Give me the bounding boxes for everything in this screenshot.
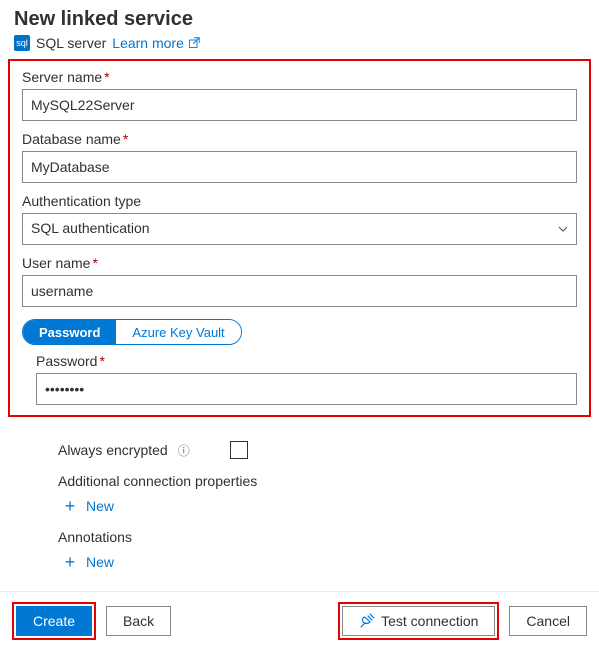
plus-icon: + — [62, 497, 78, 515]
learn-more-link[interactable]: Learn more — [112, 35, 200, 51]
required-star: * — [92, 255, 97, 271]
cancel-button[interactable]: Cancel — [509, 606, 587, 636]
additional-properties-label: Additional connection properties — [58, 473, 579, 489]
test-connection-button[interactable]: Test connection — [342, 606, 495, 636]
plus-icon: + — [62, 553, 78, 571]
add-property-text: New — [86, 498, 114, 514]
back-button[interactable]: Back — [106, 606, 171, 636]
credential-source-toggle: Password Azure Key Vault — [22, 319, 242, 345]
highlight-create: Create — [12, 602, 96, 640]
always-encrypted-label: Always encrypted — [58, 442, 168, 458]
add-annotation-button[interactable]: + New — [62, 553, 579, 571]
external-link-icon — [188, 37, 200, 49]
required-star: * — [99, 353, 104, 369]
page-title: New linked service — [14, 8, 585, 31]
database-name-input[interactable] — [22, 151, 577, 183]
learn-more-text: Learn more — [112, 35, 184, 51]
always-encrypted-checkbox[interactable] — [230, 441, 248, 459]
auth-type-select[interactable]: SQL authentication — [22, 213, 577, 245]
server-name-label: Server name* — [22, 69, 577, 85]
tab-password[interactable]: Password — [23, 320, 116, 344]
service-type-label: SQL server — [36, 35, 106, 51]
highlight-test-connection: Test connection — [338, 602, 499, 640]
server-name-input[interactable] — [22, 89, 577, 121]
plug-icon — [359, 613, 375, 629]
add-property-button[interactable]: + New — [62, 497, 579, 515]
auth-type-label: Authentication type — [22, 193, 577, 209]
required-star: * — [123, 131, 128, 147]
database-name-label: Database name* — [22, 131, 577, 147]
highlighted-form-area: Server name* Database name* Authenticati… — [8, 59, 591, 417]
info-icon[interactable]: ⓘ — [178, 442, 190, 459]
annotations-label: Annotations — [58, 529, 579, 545]
user-name-input[interactable] — [22, 275, 577, 307]
required-star: * — [104, 69, 109, 85]
password-label: Password* — [36, 353, 577, 369]
test-connection-text: Test connection — [381, 613, 478, 629]
add-annotation-text: New — [86, 554, 114, 570]
password-input[interactable] — [36, 373, 577, 405]
user-name-label: User name* — [22, 255, 577, 271]
sql-server-icon: sql — [14, 35, 30, 51]
tab-azure-key-vault[interactable]: Azure Key Vault — [116, 320, 240, 344]
create-button[interactable]: Create — [16, 606, 92, 636]
